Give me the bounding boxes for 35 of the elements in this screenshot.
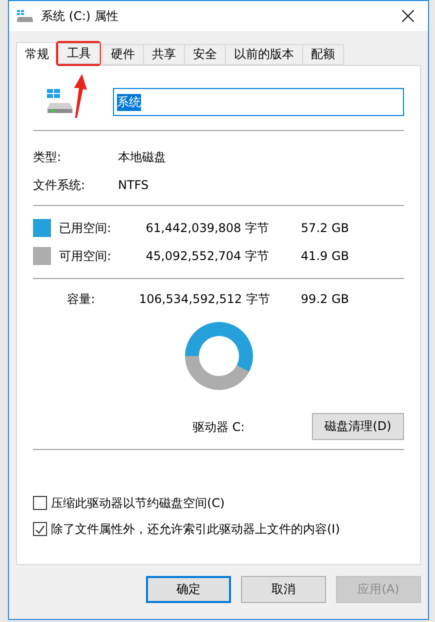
drive-label: 驱动器 C: bbox=[191, 419, 246, 436]
close-icon bbox=[402, 10, 414, 22]
dialog-button[interactable]: 取消 bbox=[241, 576, 326, 603]
window-title: 系统 (C:) 属性 bbox=[41, 8, 120, 24]
check-icon bbox=[35, 524, 45, 534]
byte-count: 61,442,039,808 字节 bbox=[144, 220, 269, 236]
disk-cleanup-button[interactable]: 磁盘清理(D) bbox=[312, 413, 404, 440]
arrow-annotation bbox=[73, 74, 87, 118]
checkbox-label: 压缩此驱动器以节约磁盘空间(C) bbox=[51, 494, 225, 512]
capacity-label: 容量: bbox=[66, 290, 96, 308]
space-label: 可用空间: bbox=[59, 248, 112, 264]
tab[interactable]: 以前的版本 bbox=[225, 44, 303, 65]
drive-icon bbox=[47, 89, 73, 115]
dialog-button[interactable]: 确定 bbox=[146, 576, 231, 603]
tab[interactable]: 安全 bbox=[184, 44, 226, 65]
tab[interactable]: 硬件 bbox=[102, 44, 144, 65]
tab[interactable]: 配额 bbox=[302, 44, 344, 65]
checkbox[interactable] bbox=[33, 522, 47, 536]
field-label: 类型: bbox=[33, 148, 62, 166]
field-value: 本地磁盘 bbox=[118, 148, 167, 166]
field-value: NTFS bbox=[118, 178, 150, 192]
checkbox[interactable] bbox=[33, 496, 47, 510]
size-value: 57.2 GB bbox=[300, 221, 349, 235]
drive-name-field[interactable]: 系统 bbox=[113, 88, 404, 116]
byte-count: 106,534,592,512 字节 bbox=[139, 290, 269, 308]
tab[interactable]: 共享 bbox=[143, 44, 185, 65]
space-label: 已用空间: bbox=[59, 220, 112, 236]
drive-icon bbox=[17, 10, 33, 22]
byte-count: 45,092,552,704 字节 bbox=[144, 248, 269, 264]
tab[interactable]: 工具 bbox=[58, 43, 100, 64]
size-value: 41.9 GB bbox=[300, 249, 349, 263]
checkbox-label: 除了文件属性外，还允许索引此驱动器上文件的内容(I) bbox=[51, 520, 340, 538]
tab[interactable]: 常规 bbox=[16, 42, 58, 66]
size-value: 99.2 GB bbox=[300, 292, 349, 306]
field-label: 文件系统: bbox=[33, 176, 86, 194]
